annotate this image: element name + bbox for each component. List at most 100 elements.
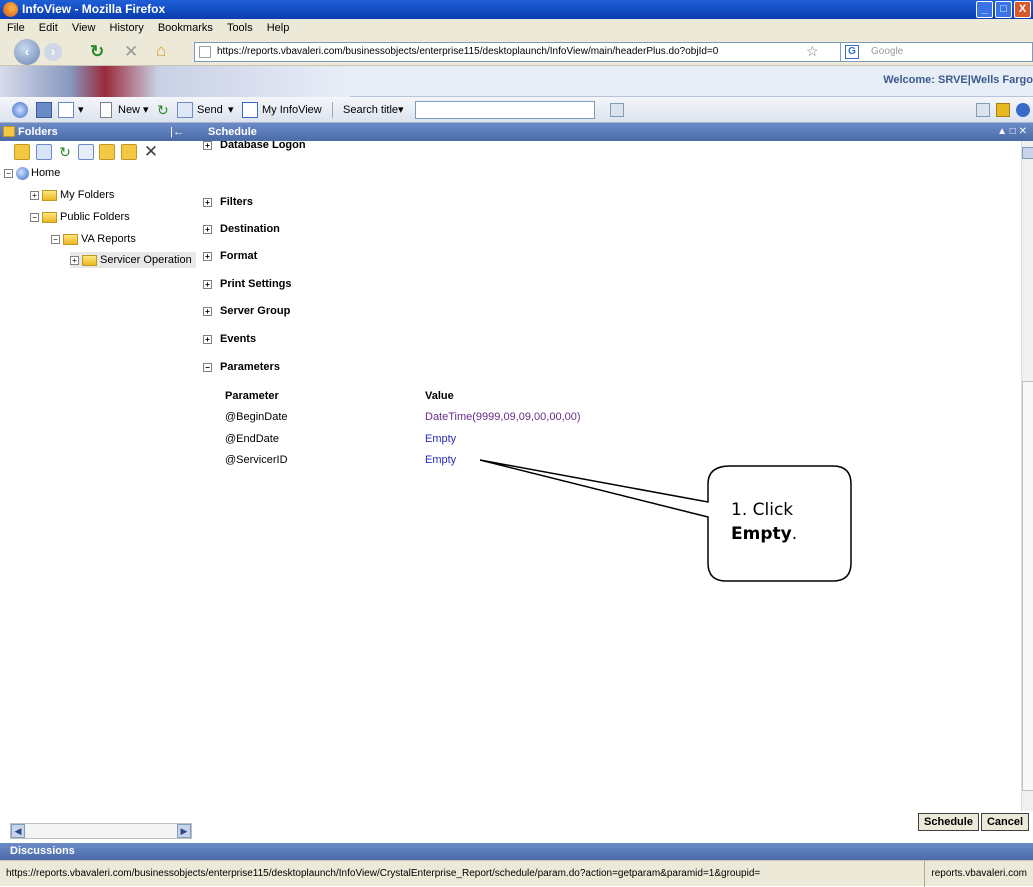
scroll-right-button[interactable]: ▶	[177, 824, 191, 838]
folder-icon	[63, 233, 78, 245]
banner-flag-image	[0, 66, 350, 97]
tree-node-va-reports[interactable]: − VA Reports	[51, 231, 136, 247]
expand-toggle-icon[interactable]: +	[203, 251, 212, 261]
param-value-begin-date-link[interactable]: DateTime(9999,09,09,00,00,00)	[425, 411, 581, 423]
reload-icon[interactable]: ↻	[90, 42, 104, 62]
section-server-group[interactable]: + Server Group	[203, 303, 290, 319]
schedule-button[interactable]: Schedule	[918, 813, 979, 831]
collapse-toggle-icon[interactable]: −	[203, 362, 212, 372]
section-destination[interactable]: + Destination	[203, 221, 280, 237]
expand-toggle-icon[interactable]: +	[203, 141, 212, 150]
search-title-dropdown[interactable]: Search title	[343, 102, 398, 118]
menu-help[interactable]: Help	[267, 22, 290, 34]
param-value-end-date-link[interactable]: Empty	[425, 433, 456, 445]
menu-file[interactable]: File	[7, 22, 25, 34]
discussions-bar[interactable]: Discussions	[0, 843, 1033, 860]
refresh-icon[interactable]: ↻	[157, 102, 169, 118]
navigation-bar: ‹ › ↻ ✕ ⌂ https://reports.vbavaleri.com/…	[0, 38, 1033, 66]
home-icon[interactable]: ⌂	[156, 41, 166, 61]
vertical-scrollbar[interactable]	[1021, 141, 1033, 811]
layout-dropdown-icon[interactable]: ▾	[78, 102, 84, 118]
menu-edit[interactable]: Edit	[39, 22, 58, 34]
discussions-title: Discussions	[10, 845, 75, 857]
expand-toggle-icon[interactable]: +	[203, 197, 212, 207]
parameter-column-header: Parameter	[225, 390, 279, 402]
section-parameters[interactable]: − Parameters	[203, 359, 280, 375]
expand-toggle-icon[interactable]: +	[203, 306, 212, 316]
cancel-button[interactable]: Cancel	[981, 813, 1029, 831]
section-events[interactable]: + Events	[203, 331, 256, 347]
delete-icon[interactable]: ✕	[143, 143, 159, 160]
close-window-button[interactable]: X	[1014, 1, 1031, 18]
url-bar[interactable]: https://reports.vbavaleri.com/businessob…	[194, 42, 854, 62]
folders-panel-header: Folders |←	[0, 123, 200, 141]
search-engine-box[interactable]: G Google	[840, 42, 1033, 62]
folder-icon	[3, 126, 15, 137]
stop-icon[interactable]: ✕	[124, 42, 138, 62]
toolbar-divider	[332, 102, 333, 118]
search-go-icon[interactable]	[610, 103, 624, 117]
new-folder-icon[interactable]	[14, 144, 30, 160]
refresh-folders-icon[interactable]: ↻	[57, 144, 73, 160]
search-dropdown-icon[interactable]: ▾	[398, 102, 404, 118]
param-name-begin-date: @BeginDate	[225, 411, 288, 423]
paste-folder-icon[interactable]	[121, 144, 137, 160]
callout-target: Empty	[731, 524, 792, 544]
url-text: https://reports.vbavaleri.com/businessob…	[217, 46, 719, 57]
tree-node-home[interactable]: − Home	[4, 165, 60, 181]
tree-node-my-folders[interactable]: + My Folders	[30, 187, 114, 203]
menu-tools[interactable]: Tools	[227, 22, 253, 34]
send-icon	[177, 102, 193, 118]
folders-horizontal-scrollbar[interactable]: ◀ ▶	[10, 823, 192, 839]
collapse-toggle-icon[interactable]: −	[30, 212, 39, 222]
bookmark-star-icon[interactable]: ☆	[806, 43, 819, 60]
search-input[interactable]	[415, 101, 595, 119]
send-dropdown-icon[interactable]: ▾	[228, 102, 234, 118]
send-button[interactable]: Send	[197, 102, 223, 118]
expand-toggle-icon[interactable]: +	[203, 224, 212, 234]
scroll-left-button[interactable]: ◀	[11, 824, 25, 838]
expand-toggle-icon[interactable]: +	[203, 334, 212, 344]
scrollbar-thumb[interactable]	[1022, 381, 1033, 791]
panel-icon[interactable]	[36, 102, 52, 118]
section-format[interactable]: + Format	[203, 248, 257, 264]
section-database-logon[interactable]: + Database Logon	[203, 141, 306, 153]
minimize-button[interactable]: _	[976, 1, 993, 18]
expand-toggle-icon[interactable]: +	[30, 190, 39, 200]
schedule-panel-header: Schedule ▲ □ ✕	[200, 123, 1033, 141]
panel-window-controls[interactable]: ▲ □ ✕	[997, 123, 1027, 141]
lock-icon[interactable]	[996, 103, 1010, 117]
my-infoview-icon	[242, 102, 258, 118]
collapse-toggle-icon[interactable]: −	[4, 168, 13, 178]
layout-icon[interactable]	[58, 102, 74, 118]
scroll-up-button[interactable]	[1022, 147, 1033, 159]
maximize-button[interactable]: □	[995, 1, 1012, 18]
expand-toggle-icon[interactable]: +	[70, 255, 79, 265]
section-print-settings[interactable]: + Print Settings	[203, 276, 292, 292]
my-infoview-button[interactable]: My InfoView	[262, 102, 322, 118]
collapse-panel-button[interactable]: |←	[170, 123, 184, 141]
param-value-servicer-id-link[interactable]: Empty	[425, 454, 456, 466]
collapse-toggle-icon[interactable]: −	[51, 234, 60, 244]
callout-step: 1. Click	[731, 500, 794, 520]
tree-node-servicer-operation[interactable]: + Servicer Operation	[70, 252, 196, 268]
properties-icon[interactable]	[78, 144, 94, 160]
folders-toolbar: ↻ ✕	[0, 141, 200, 163]
preferences-icon[interactable]	[976, 103, 990, 117]
expand-toggle-icon[interactable]: +	[203, 279, 212, 289]
home-globe-icon[interactable]	[12, 102, 28, 118]
copy-folder-icon[interactable]	[99, 144, 115, 160]
page-icon	[199, 46, 211, 58]
menu-history[interactable]: History	[110, 22, 144, 34]
new-dropdown-icon[interactable]: ▾	[143, 102, 149, 118]
menu-bookmarks[interactable]: Bookmarks	[158, 22, 213, 34]
tree-node-public-folders[interactable]: − Public Folders	[30, 209, 130, 225]
section-filters[interactable]: + Filters	[203, 194, 253, 210]
window-title: InfoView - Mozilla Firefox	[22, 2, 166, 16]
organize-icon[interactable]	[36, 144, 52, 160]
help-icon[interactable]	[1016, 103, 1030, 117]
back-button[interactable]: ‹	[14, 39, 40, 65]
new-button[interactable]: New	[118, 102, 140, 118]
forward-button[interactable]: ›	[44, 43, 62, 61]
menu-view[interactable]: View	[72, 22, 96, 34]
